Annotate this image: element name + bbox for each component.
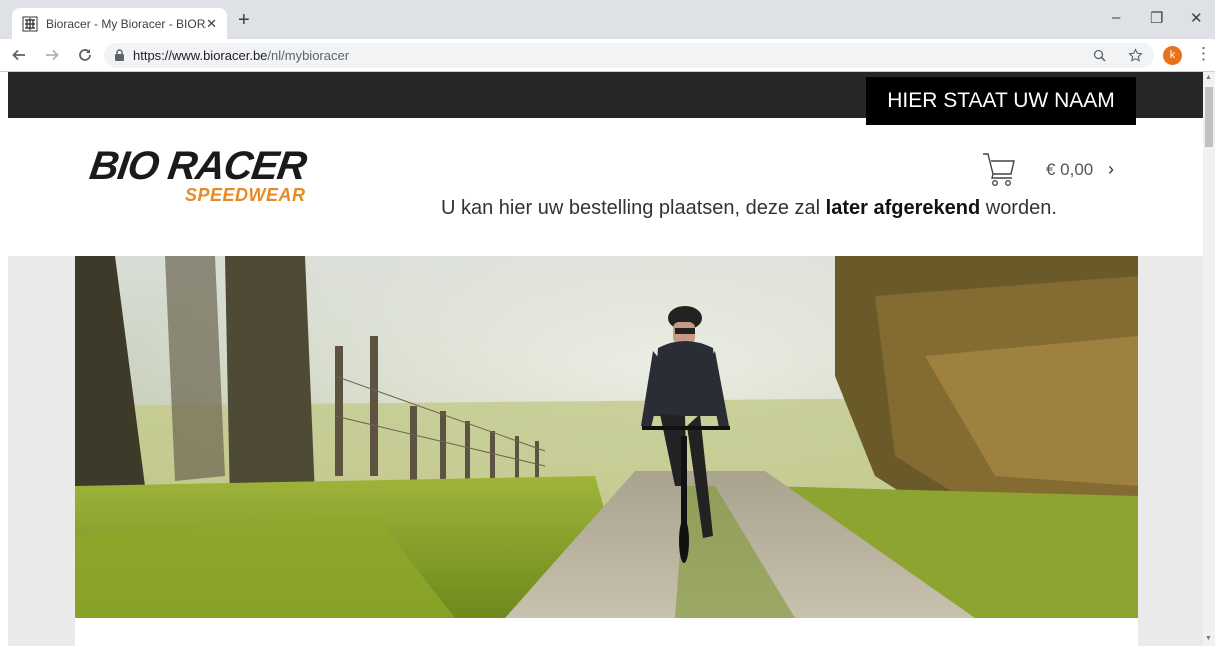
hero-image xyxy=(75,256,1138,618)
content-panel xyxy=(75,618,1138,646)
browser-toolbar: https://www.bioracer.be/nl/mybioracer k … xyxy=(0,39,1215,72)
url-host: https://www.bioracer.be xyxy=(133,48,268,63)
lock-icon xyxy=(115,49,124,61)
cart-total[interactable]: € 0,00 xyxy=(1046,160,1093,180)
scroll-up-icon[interactable]: ▲ xyxy=(1205,74,1212,81)
browser-tabstrip: Bioracer - My Bioracer - BIORACER ✕ + – … xyxy=(0,0,1215,39)
page-scrollbar[interactable]: ▲ ▼ xyxy=(1203,72,1215,646)
bioracer-logo[interactable]: BIO RACER SPEEDWEAR xyxy=(87,144,309,206)
profile-avatar[interactable]: k xyxy=(1163,46,1182,65)
tab-close-icon[interactable]: ✕ xyxy=(206,16,217,32)
close-window-button[interactable]: ✕ xyxy=(1190,9,1203,27)
shopping-cart-icon[interactable] xyxy=(982,152,1016,188)
scroll-down-icon[interactable]: ▼ xyxy=(1205,635,1212,642)
zoom-icon[interactable] xyxy=(1093,49,1106,62)
order-tagline: U kan hier uw bestelling plaatsen, deze … xyxy=(441,197,1057,220)
back-arrow-icon[interactable] xyxy=(11,47,27,63)
page-viewport: HIER STAAT UW NAAM BIO RACER SPEEDWEAR €… xyxy=(0,72,1203,646)
address-bar[interactable]: https://www.bioracer.be/nl/mybioracer xyxy=(104,43,1154,68)
favicon-bioracer-icon xyxy=(22,16,38,31)
cart-chevron-icon[interactable]: › xyxy=(1108,159,1114,180)
minimize-button[interactable]: – xyxy=(1112,9,1120,26)
tagline-end: worden. xyxy=(980,197,1057,219)
customer-name-box[interactable]: HIER STAAT UW NAAM xyxy=(866,77,1136,125)
tagline-bold: later afgerekend xyxy=(825,197,981,219)
new-tab-button[interactable]: + xyxy=(238,10,250,30)
scroll-thumb[interactable] xyxy=(1205,87,1213,147)
restore-button[interactable]: ❐ xyxy=(1150,9,1163,27)
logo-main-text: BIO RACER xyxy=(86,144,309,188)
reload-icon[interactable] xyxy=(77,47,93,63)
browser-tab[interactable]: Bioracer - My Bioracer - BIORACER ✕ xyxy=(12,8,227,39)
forward-arrow-icon[interactable] xyxy=(44,47,60,63)
tab-title: Bioracer - My Bioracer - BIORACER xyxy=(46,16,206,31)
tagline-text: U kan hier uw bestelling plaatsen, deze … xyxy=(441,197,826,219)
url-path: /nl/mybioracer xyxy=(267,48,350,63)
menu-kebab-icon[interactable]: ⋮ xyxy=(1195,44,1212,64)
url-text[interactable]: https://www.bioracer.be/nl/mybioracer xyxy=(133,48,349,63)
bookmark-star-icon[interactable] xyxy=(1128,48,1143,63)
